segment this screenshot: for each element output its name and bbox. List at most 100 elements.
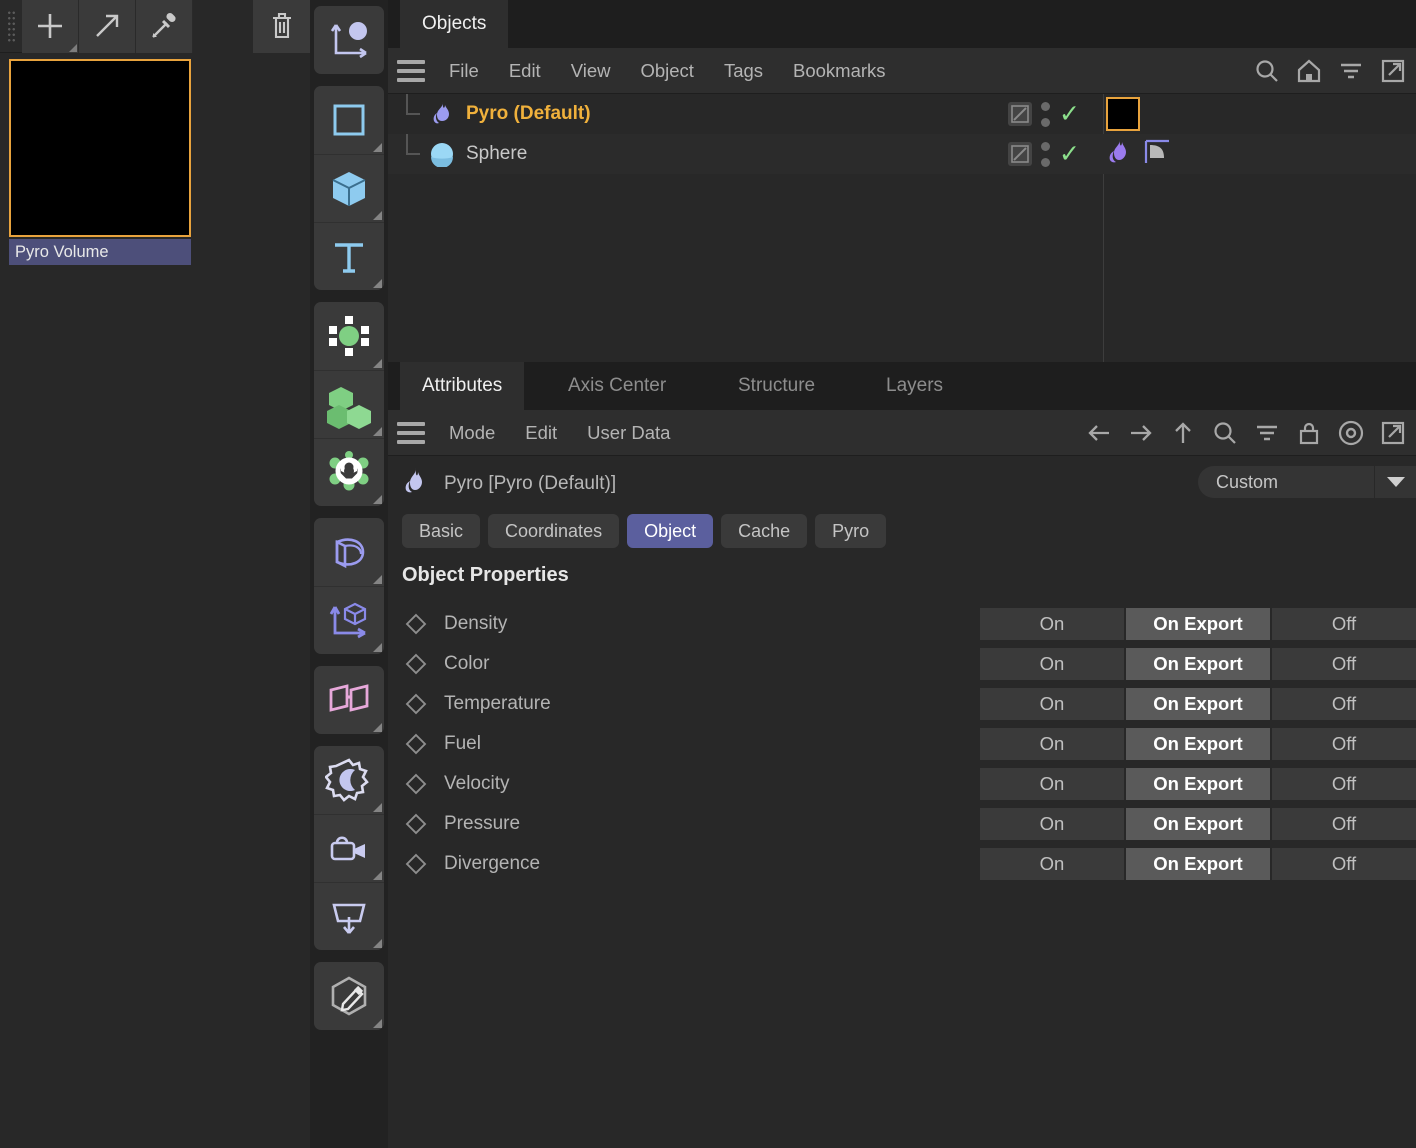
- axis-cube-icon[interactable]: [314, 586, 384, 654]
- light-icon[interactable]: [314, 746, 384, 814]
- phong-tag-icon[interactable]: [1144, 139, 1172, 170]
- material-name-label[interactable]: Pyro Volume: [9, 239, 191, 265]
- menu-object[interactable]: Object: [625, 48, 708, 94]
- chevron-down-icon[interactable]: [1374, 466, 1416, 498]
- keyframe-diamond-icon[interactable]: [402, 813, 430, 835]
- preset-dropdown[interactable]: Custom: [1198, 466, 1416, 498]
- pyro-tag-icon[interactable]: [1106, 138, 1132, 171]
- material-swatch-pyro-volume[interactable]: [9, 59, 191, 237]
- segment-on[interactable]: On: [980, 768, 1124, 800]
- enabled-check-icon[interactable]: ✓: [1059, 141, 1080, 167]
- keyframe-diamond-icon[interactable]: [402, 853, 430, 875]
- table-row[interactable]: Pyro (Default) ✓: [388, 94, 1416, 134]
- table-row[interactable]: Sphere ✓: [388, 134, 1416, 174]
- edit-render-settings-icon[interactable]: [314, 962, 384, 1030]
- keyframe-diamond-icon[interactable]: [402, 613, 430, 635]
- panel-grip[interactable]: [0, 0, 22, 53]
- pyro-flame-icon: [402, 467, 428, 502]
- tab-objects[interactable]: Objects: [400, 0, 509, 48]
- spline-rect-icon[interactable]: [314, 86, 384, 154]
- axis-object-icon[interactable]: [314, 6, 384, 74]
- tab-structure[interactable]: Structure: [716, 362, 837, 410]
- menu-view[interactable]: View: [556, 48, 626, 94]
- segment-on-export[interactable]: On Export: [1126, 688, 1270, 720]
- delete-material-button[interactable]: [253, 0, 310, 53]
- add-material-button[interactable]: [22, 0, 79, 53]
- camera-icon[interactable]: [314, 814, 384, 882]
- home-icon[interactable]: [1290, 48, 1328, 94]
- field-icon[interactable]: [314, 666, 384, 734]
- back-arrow-icon[interactable]: [1080, 410, 1118, 456]
- cube-icon[interactable]: [314, 154, 384, 222]
- segment-on[interactable]: On: [980, 608, 1124, 640]
- apply-material-button[interactable]: [79, 0, 136, 53]
- generator-icon[interactable]: [314, 302, 384, 370]
- segment-on[interactable]: On: [980, 728, 1124, 760]
- segment-on-export[interactable]: On Export: [1126, 848, 1270, 880]
- keyframe-diamond-icon[interactable]: [402, 733, 430, 755]
- simulation-gear-icon[interactable]: [314, 438, 384, 506]
- segment-on[interactable]: On: [980, 808, 1124, 840]
- segment-off[interactable]: Off: [1272, 688, 1416, 720]
- segment-on-export[interactable]: On Export: [1126, 648, 1270, 680]
- tab-layers[interactable]: Layers: [864, 362, 965, 410]
- menu-edit[interactable]: Edit: [510, 410, 572, 456]
- tab-basic[interactable]: Basic: [402, 514, 481, 548]
- color-swatch-tag[interactable]: [1106, 97, 1140, 131]
- edit-flag-icon[interactable]: [1008, 142, 1032, 166]
- menu-file[interactable]: File: [434, 48, 494, 94]
- preset-value[interactable]: Custom: [1198, 466, 1374, 498]
- keyframe-diamond-icon[interactable]: [402, 653, 430, 675]
- menu-edit[interactable]: Edit: [494, 48, 556, 94]
- object-name-pyro[interactable]: Pyro (Default): [456, 103, 591, 125]
- record-circle-icon[interactable]: [1332, 410, 1370, 456]
- tab-attributes[interactable]: Attributes: [400, 362, 525, 410]
- segment-on[interactable]: On: [980, 688, 1124, 720]
- menu-tags[interactable]: Tags: [709, 48, 778, 94]
- keyframe-diamond-icon[interactable]: [402, 693, 430, 715]
- tab-axis-center[interactable]: Axis Center: [546, 362, 688, 410]
- tab-object[interactable]: Object: [627, 514, 714, 548]
- tab-pyro[interactable]: Pyro: [815, 514, 887, 548]
- visibility-dots-icon[interactable]: [1041, 141, 1050, 167]
- search-icon[interactable]: [1206, 410, 1244, 456]
- segment-off[interactable]: Off: [1272, 848, 1416, 880]
- filter-icon[interactable]: [1332, 48, 1370, 94]
- menu-mode[interactable]: Mode: [434, 410, 510, 456]
- attributes-hamburger-icon[interactable]: [388, 410, 434, 456]
- segment-off[interactable]: Off: [1272, 808, 1416, 840]
- menu-bookmarks[interactable]: Bookmarks: [778, 48, 901, 94]
- pick-material-button[interactable]: [136, 0, 193, 53]
- filter-icon[interactable]: [1248, 410, 1286, 456]
- segment-on[interactable]: On: [980, 848, 1124, 880]
- segment-off[interactable]: Off: [1272, 608, 1416, 640]
- tab-coordinates[interactable]: Coordinates: [488, 514, 620, 548]
- segment-off[interactable]: Off: [1272, 768, 1416, 800]
- segment-on-export[interactable]: On Export: [1126, 728, 1270, 760]
- forward-arrow-icon[interactable]: [1122, 410, 1160, 456]
- up-arrow-icon[interactable]: [1164, 410, 1202, 456]
- cloner-icon[interactable]: [314, 370, 384, 438]
- tab-cache[interactable]: Cache: [721, 514, 808, 548]
- edit-external-icon[interactable]: [1374, 410, 1412, 456]
- edit-flag-icon[interactable]: [1008, 102, 1032, 126]
- menu-user-data[interactable]: User Data: [572, 410, 685, 456]
- edit-external-icon[interactable]: [1374, 48, 1412, 94]
- stage-icon[interactable]: [314, 882, 384, 950]
- segment-off[interactable]: Off: [1272, 728, 1416, 760]
- segment-on-export[interactable]: On Export: [1126, 608, 1270, 640]
- segmented-control: On On Export Off: [980, 648, 1416, 680]
- keyframe-diamond-icon[interactable]: [402, 773, 430, 795]
- segment-on-export[interactable]: On Export: [1126, 768, 1270, 800]
- lock-icon[interactable]: [1290, 410, 1328, 456]
- objects-hamburger-icon[interactable]: [388, 48, 434, 94]
- visibility-dots-icon[interactable]: [1041, 101, 1050, 127]
- segment-off[interactable]: Off: [1272, 648, 1416, 680]
- segment-on[interactable]: On: [980, 648, 1124, 680]
- segment-on-export[interactable]: On Export: [1126, 808, 1270, 840]
- object-name-sphere[interactable]: Sphere: [456, 143, 527, 165]
- text-icon[interactable]: [314, 222, 384, 290]
- enabled-check-icon[interactable]: ✓: [1059, 101, 1080, 127]
- deformer-icon[interactable]: [314, 518, 384, 586]
- search-icon[interactable]: [1248, 48, 1286, 94]
